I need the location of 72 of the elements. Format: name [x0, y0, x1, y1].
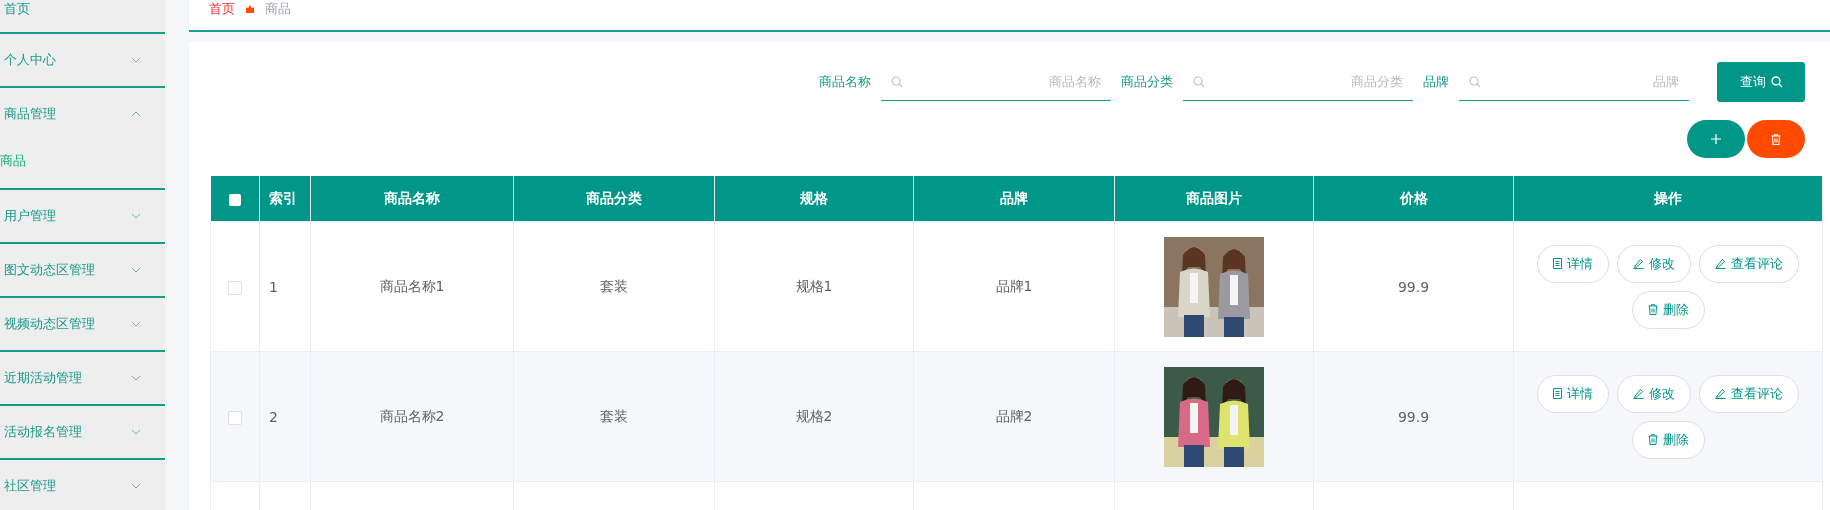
sidebar-item[interactable]: 用户管理 — [0, 190, 165, 242]
trash-icon — [1771, 133, 1781, 145]
checkbox[interactable] — [228, 410, 242, 425]
action-button[interactable]: 修改 — [1617, 244, 1691, 283]
crown-icon — [245, 4, 255, 14]
search-icon — [1469, 76, 1481, 88]
column-header: 商品图片 — [1114, 176, 1314, 222]
trash-icon — [1647, 304, 1658, 315]
column-header: 商品名称 — [310, 176, 514, 222]
table-cell: 商品名称2 — [310, 351, 514, 482]
column-header: 价格 — [1313, 176, 1514, 222]
plus-icon — [1711, 134, 1721, 144]
breadcrumb-link[interactable]: 首页 — [209, 0, 235, 18]
add-button[interactable] — [1687, 120, 1745, 158]
action-button[interactable]: 详情 — [1537, 374, 1609, 413]
table-cell: 套装 — [513, 221, 715, 352]
pencil-icon — [1715, 388, 1726, 399]
column-header: 索引 — [259, 176, 311, 222]
table-cell: 规格2 — [714, 351, 914, 482]
chevron-down-icon — [131, 375, 141, 381]
document-icon — [1553, 258, 1562, 269]
pencil-icon — [1633, 388, 1644, 399]
action-button[interactable]: 删除 — [1631, 420, 1705, 459]
delete-button[interactable] — [1747, 120, 1805, 158]
chevron-down-icon — [131, 213, 141, 219]
table-cell: 套装 — [513, 351, 715, 482]
chevron-up-icon — [131, 111, 141, 117]
sidebar-item[interactable]: 商品管理 — [0, 88, 165, 140]
chevron-down-icon — [131, 483, 141, 489]
sidebar-item[interactable]: 首页 — [0, 0, 165, 32]
table-cell: 99.9 — [1313, 221, 1514, 352]
action-button[interactable]: 删除 — [1631, 290, 1705, 329]
chevron-down-icon — [131, 57, 141, 63]
trash-icon — [1647, 434, 1658, 445]
column-header: 规格 — [714, 176, 914, 222]
field-label: 品牌 — [1423, 73, 1449, 91]
table-cell: 2 — [259, 351, 311, 482]
sidebar-item[interactable]: 视频动态区管理 — [0, 298, 165, 350]
sidebar-item[interactable]: 近期活动管理 — [0, 352, 165, 404]
sidebar-item[interactable]: 社区管理 — [0, 460, 165, 510]
table-cell: 品牌2 — [913, 351, 1115, 482]
column-header: 操作 — [1513, 176, 1823, 222]
field-label: 商品名称 — [819, 73, 871, 91]
column-header: 品牌 — [913, 176, 1115, 222]
table-cell: 品牌1 — [913, 221, 1115, 352]
table-cell: 1 — [259, 221, 311, 352]
action-button[interactable]: 查看评论 — [1699, 374, 1799, 413]
table-cell: 商品名称1 — [310, 221, 514, 352]
sidebar-item[interactable]: 活动报名管理 — [0, 406, 165, 458]
action-button[interactable]: 修改 — [1617, 374, 1691, 413]
document-icon — [1553, 388, 1562, 399]
action-button[interactable]: 详情 — [1537, 244, 1609, 283]
search-icon — [1770, 76, 1783, 88]
chevron-down-icon — [131, 321, 141, 327]
checkbox[interactable] — [228, 193, 241, 206]
pencil-icon — [1633, 258, 1644, 269]
field-label: 商品分类 — [1121, 73, 1173, 91]
pencil-icon — [1715, 258, 1726, 269]
sidebar-item[interactable]: 图文动态区管理 — [0, 244, 165, 296]
action-button[interactable]: 查看评论 — [1699, 244, 1799, 283]
table-cell: 规格1 — [714, 221, 914, 352]
table-cell: 99.9 — [1313, 351, 1514, 482]
checkbox[interactable] — [228, 280, 242, 295]
sidebar-subitem[interactable]: 商品 — [0, 140, 26, 188]
column-header: 商品分类 — [513, 176, 715, 222]
sidebar-item[interactable]: 个人中心 — [0, 34, 165, 86]
chevron-down-icon — [131, 267, 141, 273]
search-icon — [1193, 76, 1205, 88]
breadcrumb-current: 商品 — [265, 0, 291, 18]
search-button[interactable]: 查询 — [1717, 62, 1805, 102]
chevron-down-icon — [131, 429, 141, 435]
search-icon — [891, 76, 903, 88]
